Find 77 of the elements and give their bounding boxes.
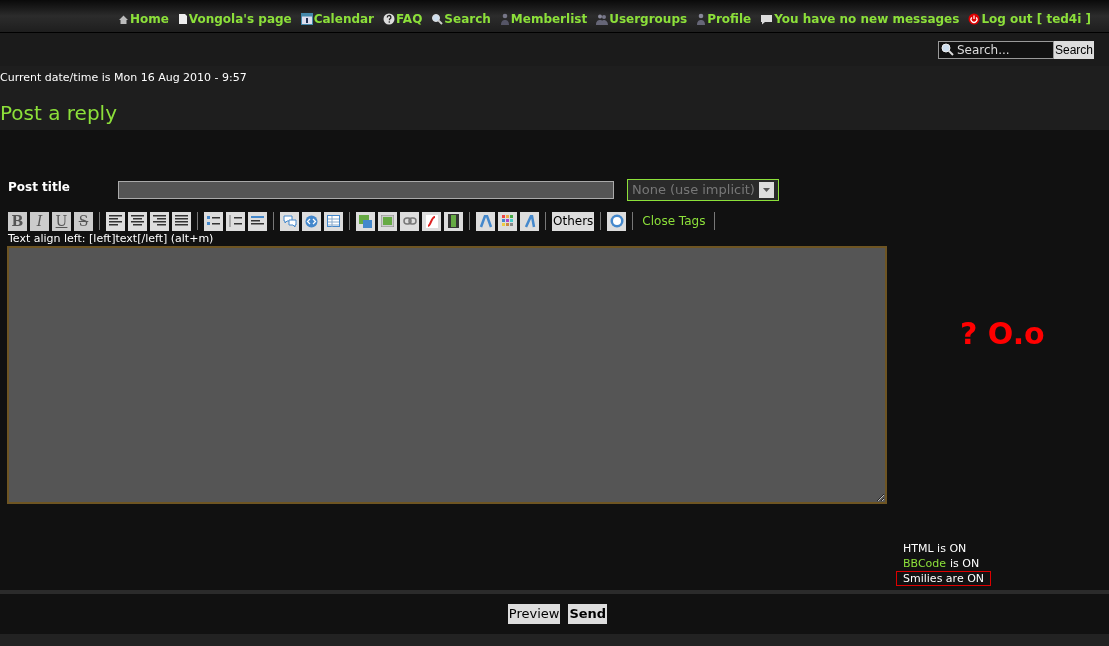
search-input[interactable]: Search... [956, 40, 1047, 59]
status-text: is ON [950, 557, 980, 570]
image-icon [381, 215, 394, 227]
align-center-button[interactable] [128, 211, 147, 231]
image-save-icon [359, 214, 372, 228]
calendar-icon [300, 13, 313, 25]
color-grid-icon [501, 215, 514, 227]
numbered-list-icon [229, 215, 242, 227]
format-button[interactable]: U [52, 211, 71, 231]
search-icon [431, 13, 444, 25]
post-title-label: Post title [8, 179, 71, 196]
quote-icon [282, 215, 297, 227]
numbered-list-button[interactable] [226, 211, 245, 231]
search-icon [940, 43, 954, 56]
flash-button[interactable] [422, 211, 441, 231]
align-left-button[interactable] [106, 211, 125, 231]
rule-button[interactable] [248, 211, 267, 231]
flash-icon [425, 214, 438, 228]
format-button[interactable]: S [74, 211, 93, 231]
nav-link[interactable]: You have no new messages [760, 10, 960, 28]
caret-icon [759, 182, 774, 198]
font-size-button[interactable] [520, 211, 539, 231]
format-button[interactable]: I [30, 211, 49, 231]
color-grid-button[interactable] [498, 211, 517, 231]
nav-link[interactable]: Home [117, 10, 169, 28]
quote-button[interactable] [280, 211, 299, 231]
align-left-icon [109, 215, 122, 227]
nav-link[interactable]: Memberlist [499, 10, 588, 28]
preview-button[interactable]: Preview [507, 604, 561, 624]
people-icon [596, 13, 609, 25]
code-button[interactable] [302, 211, 321, 231]
font-button[interactable] [476, 211, 495, 231]
others-button[interactable]: Others [552, 211, 595, 231]
nav-link[interactable]: Vongola's page [177, 10, 292, 28]
align-right-button[interactable] [150, 211, 169, 231]
nav-link[interactable]: Profile [696, 10, 752, 28]
person-icon [499, 13, 510, 25]
align-center-icon [131, 215, 144, 227]
code-icon [305, 214, 318, 228]
status-text: HTML is ON [903, 542, 967, 555]
smiley-text: ? O.o [960, 316, 1046, 352]
page-icon [177, 13, 188, 25]
status-text: Smilies are ON [903, 572, 985, 585]
nav-link[interactable]: Log out [ ted4i ] [968, 10, 1091, 28]
search-field[interactable]: Search... [937, 40, 1054, 59]
bbcode-link[interactable]: BBCode [903, 557, 947, 570]
nav-link[interactable]: Search [431, 10, 491, 28]
close-tags-link[interactable]: Close Tags [642, 212, 706, 230]
bullet-list-button[interactable] [204, 211, 223, 231]
nav-link[interactable]: Usergroups [596, 10, 688, 28]
page-heading: Post a reply [0, 101, 118, 125]
help-button[interactable] [607, 211, 627, 231]
justify-button[interactable] [172, 211, 191, 231]
justify-icon [175, 215, 188, 227]
home-icon [117, 13, 129, 25]
date-time-text: Current date/time is Mon 16 Aug 2010 - 9:57 [0, 70, 248, 85]
align-right-icon [153, 215, 166, 227]
search-button[interactable]: Search [1053, 40, 1094, 59]
nav-link[interactable]: FAQ [383, 10, 423, 28]
hint-text: Text align left: [left]text[/left] (alt+m) [7, 232, 215, 246]
table-button[interactable] [324, 211, 343, 231]
nav-link[interactable]: Calendar [300, 10, 375, 28]
power-icon [968, 13, 981, 25]
format-button[interactable]: B [8, 211, 27, 231]
table-icon [327, 215, 340, 227]
film-icon [448, 214, 459, 228]
post-title-input[interactable] [118, 181, 614, 199]
bullet-list-icon [207, 215, 220, 227]
send-button[interactable]: Send [568, 604, 608, 624]
link-icon [402, 217, 417, 225]
rule-icon [251, 216, 264, 226]
image-button[interactable] [378, 211, 397, 231]
speech-bubble-icon [760, 13, 774, 25]
image-save-button[interactable] [356, 211, 375, 231]
film-button[interactable] [444, 211, 463, 231]
person-icon [696, 13, 707, 25]
link-button[interactable] [400, 211, 419, 231]
